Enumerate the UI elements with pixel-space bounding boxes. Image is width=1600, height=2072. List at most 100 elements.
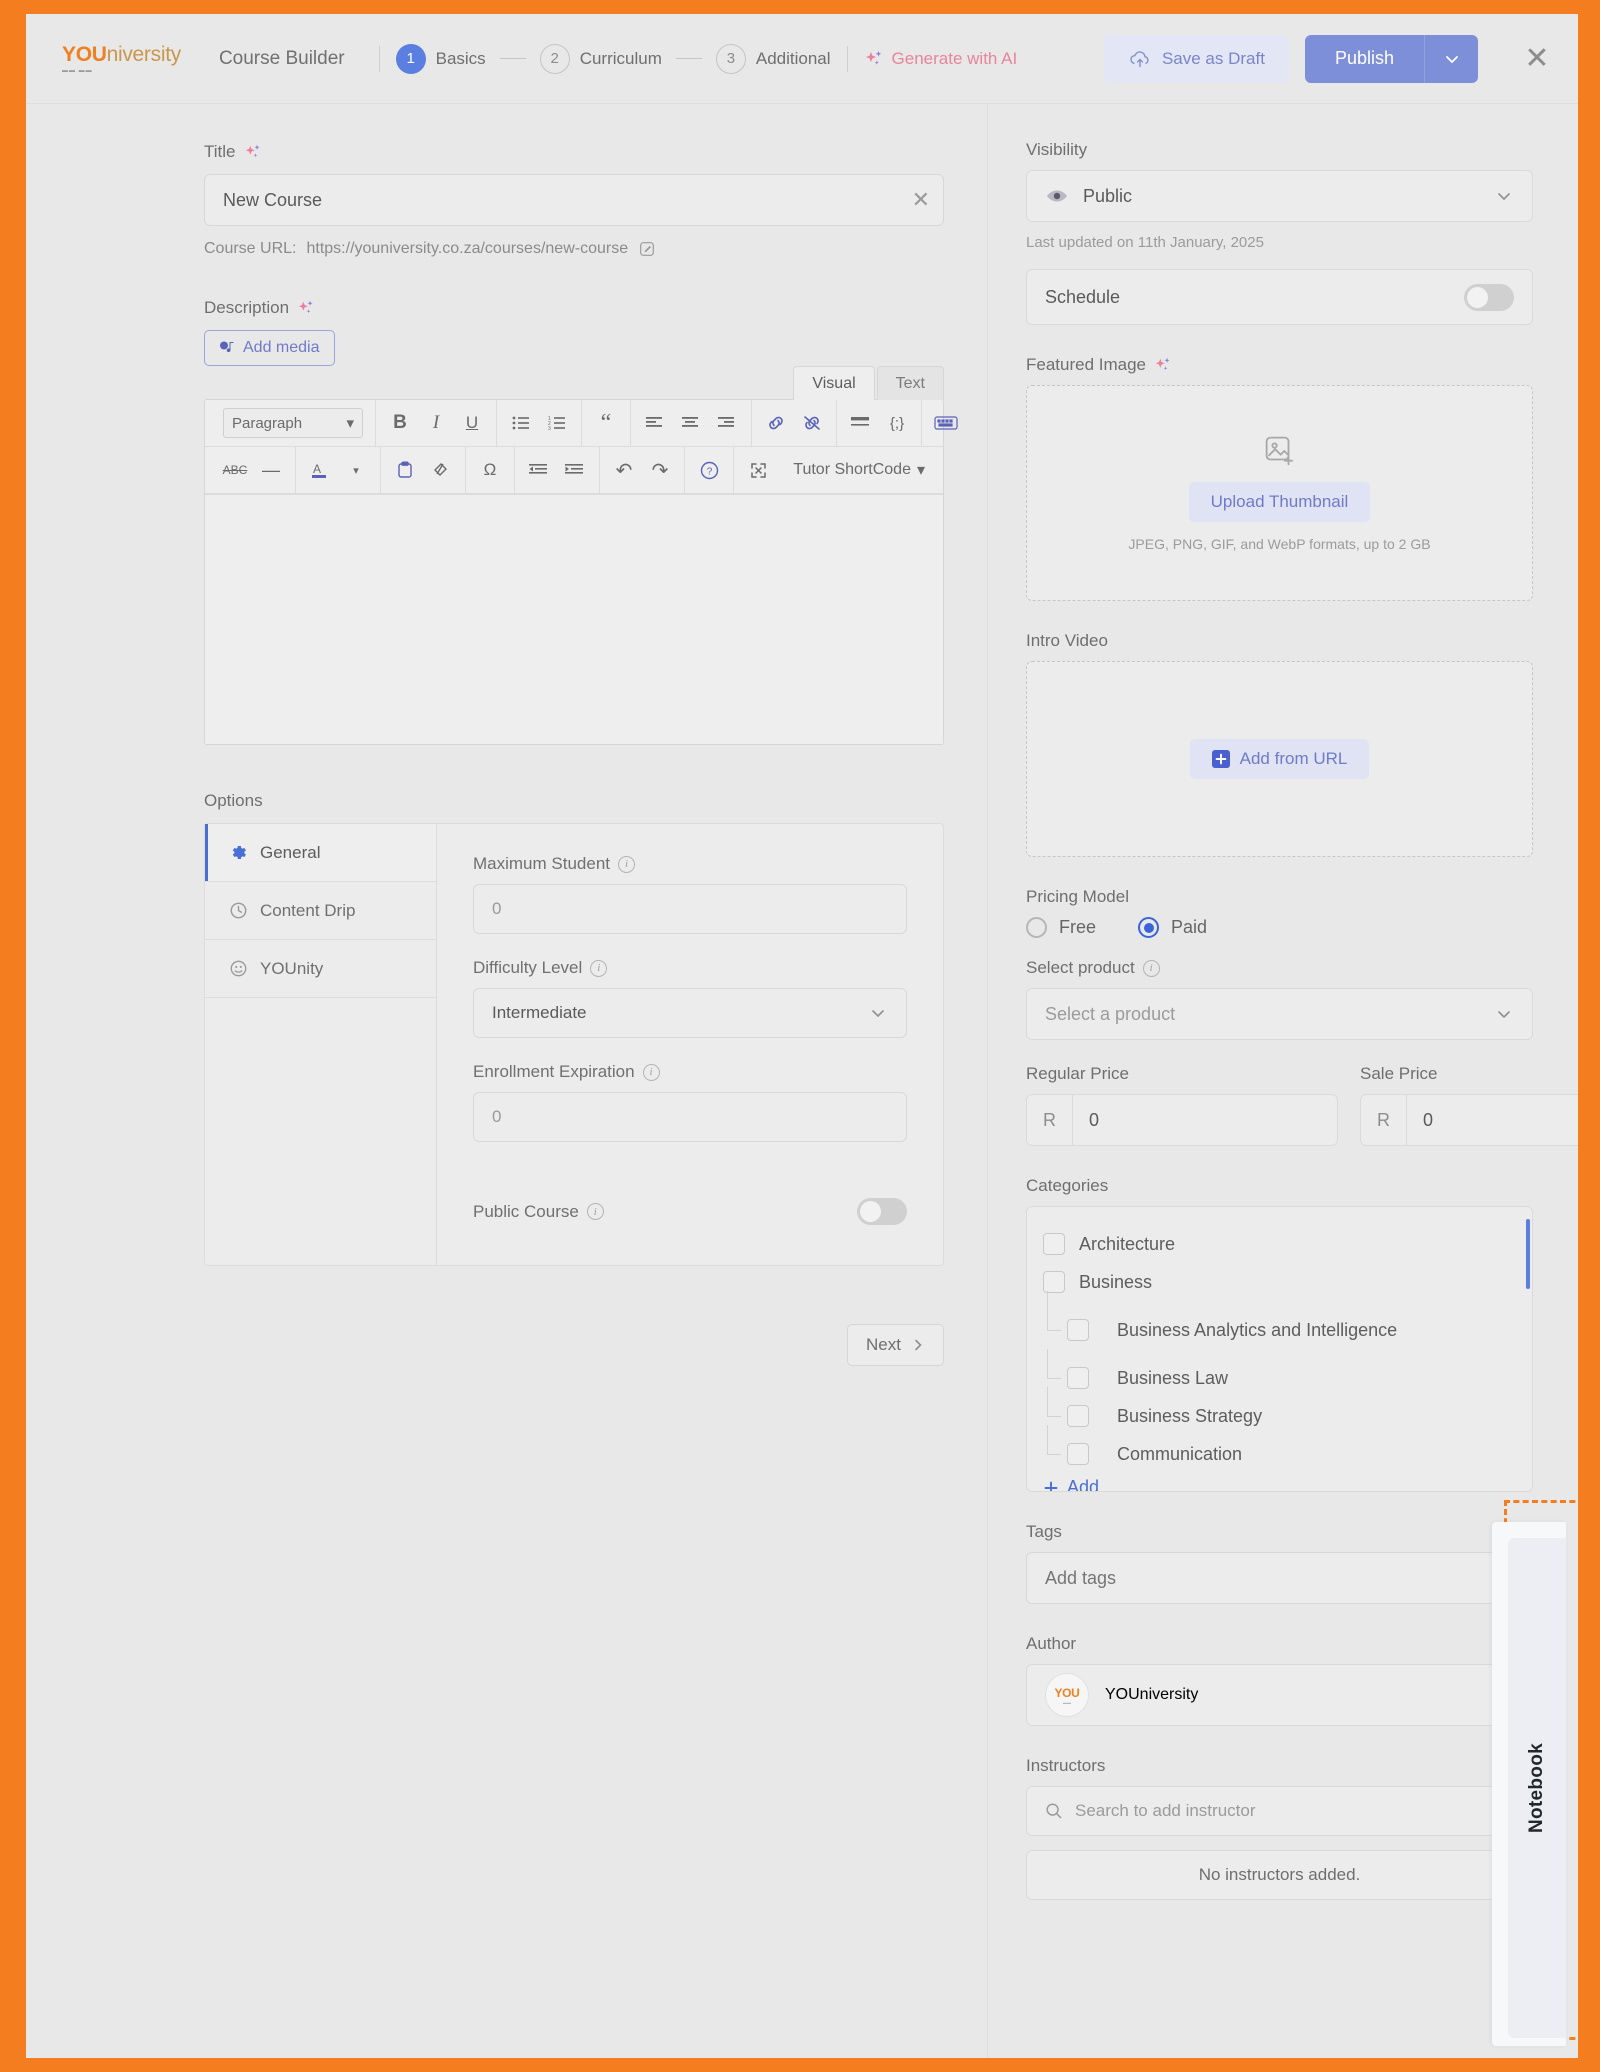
outdent-icon[interactable] [521,453,557,487]
visibility-select[interactable]: Public [1026,170,1533,222]
publish-button[interactable]: Publish [1304,34,1424,83]
read-more-icon[interactable] [843,406,879,440]
blockquote-icon[interactable]: “ [588,406,624,440]
public-course-row: Public Course i [473,1198,907,1225]
image-placeholder-icon [1263,434,1297,468]
close-button[interactable]: ✕ [1518,40,1556,78]
difficulty-level-select[interactable]: Intermediate [473,988,907,1038]
category-checkbox[interactable] [1043,1233,1065,1255]
underline-icon[interactable]: U [454,406,490,440]
enrollment-expiration-input[interactable] [473,1092,907,1142]
category-checkbox[interactable] [1043,1271,1065,1293]
add-from-url-button[interactable]: Add from URL [1189,739,1370,779]
step-curriculum[interactable]: 2 Curriculum [539,43,662,74]
chevron-down-icon [1494,186,1514,206]
numbered-list-icon[interactable]: 123 [539,406,575,440]
indent-icon[interactable] [557,453,593,487]
upload-thumbnail-button[interactable]: Upload Thumbnail [1188,482,1371,522]
notebook-tab[interactable]: Notebook [1508,1538,1566,2038]
clear-title-icon[interactable]: ✕ [912,189,930,211]
horizontal-rule-icon[interactable]: — [253,453,289,487]
maximum-student-input[interactable] [473,884,907,934]
info-icon[interactable]: i [618,855,635,873]
color-dropdown-icon[interactable]: ▾ [338,453,374,487]
list-item[interactable]: Business Analytics and Intelligence [1043,1291,1516,1359]
add-category-button[interactable]: Add [1043,1477,1516,1491]
list-item[interactable]: Business Law [1043,1349,1516,1397]
align-center-icon[interactable] [673,406,709,440]
keyboard-shortcuts-icon[interactable] [928,406,964,440]
sale-price-currency: R [1361,1095,1407,1145]
instructor-search-box[interactable]: Search to add instructor [1026,1786,1533,1836]
options-tab-content-drip[interactable]: Content Drip [205,882,436,940]
save-as-draft-button[interactable]: Save as Draft [1103,34,1289,83]
tutor-shortcode-dropdown[interactable]: Tutor ShortCode ▾ [793,460,937,480]
list-item[interactable]: Business Strategy [1043,1387,1516,1435]
featured-image-dropzone[interactable]: Upload Thumbnail JPEG, PNG, GIF, and Web… [1026,385,1533,601]
info-icon[interactable]: i [1142,959,1160,977]
regular-price-col: Regular Price R [1026,1046,1338,1146]
tab-text[interactable]: Text [876,366,944,400]
tags-input[interactable] [1026,1552,1533,1604]
header-divider [378,45,380,72]
edit-url-icon[interactable] [638,240,656,258]
options-tab-younity[interactable]: YOUnity [205,940,436,998]
categories-scrollbar[interactable] [1526,1219,1530,1289]
brand-logo[interactable]: YOUniversity ▬▬ ▬▬ [62,43,181,74]
step-basics[interactable]: 1 Basics [395,43,486,74]
course-title-input[interactable] [204,174,944,226]
list-item[interactable]: Architecture [1043,1225,1516,1263]
undo-icon[interactable]: ↶ [606,453,642,487]
clear-formatting-icon[interactable] [423,453,459,487]
category-checkbox[interactable] [1067,1367,1089,1389]
help-icon[interactable]: ? [691,453,727,487]
options-tab-general[interactable]: General [205,824,436,882]
list-item[interactable]: Communication [1043,1425,1516,1473]
remove-link-icon[interactable] [794,406,830,440]
bulleted-list-icon[interactable] [503,406,539,440]
bold-icon[interactable]: B [382,406,418,440]
text-color-icon[interactable]: A [302,453,338,487]
list-item[interactable]: Business [1043,1263,1516,1301]
info-icon[interactable]: i [642,1063,660,1081]
italic-icon[interactable]: I [418,406,454,440]
svg-text:?: ? [706,466,712,477]
sale-price-input[interactable] [1407,1095,1578,1145]
public-course-toggle[interactable] [857,1198,907,1225]
code-icon[interactable]: {;} [879,406,915,440]
category-checkbox[interactable] [1067,1443,1089,1465]
align-left-icon[interactable] [637,406,673,440]
pricing-radio-group: Free Paid [1026,917,1533,938]
info-icon[interactable]: i [586,1203,604,1220]
tab-visual[interactable]: Visual [793,366,875,400]
options-tab-general-label: General [260,842,321,862]
step-additional[interactable]: 3 Additional [715,43,831,74]
add-media-button[interactable]: Add media [204,330,335,366]
pricing-option-paid[interactable]: Paid [1138,917,1207,938]
regular-price-input[interactable] [1073,1095,1337,1145]
fullscreen-icon[interactable] [740,453,776,487]
author-select[interactable]: YOU ▬▬ YOUniversity [1026,1664,1533,1726]
publish-dropdown-button[interactable] [1424,34,1478,83]
strikethrough-icon[interactable]: ABC [217,453,253,487]
paragraph-format-select[interactable]: Paragraph ▾ [223,408,363,438]
schedule-toggle[interactable] [1464,283,1514,311]
help-group: ? [685,447,734,493]
next-button[interactable]: Next [847,1324,944,1366]
editor-content-area[interactable] [205,494,943,744]
intro-video-dropzone[interactable]: Add from URL [1026,661,1533,857]
info-icon[interactable]: i [590,959,608,977]
generate-with-ai-button[interactable]: Generate with AI [864,49,1017,69]
regular-price-currency: R [1027,1095,1073,1145]
align-right-icon[interactable] [709,406,745,440]
category-checkbox[interactable] [1067,1405,1089,1427]
category-checkbox[interactable] [1067,1319,1089,1341]
select-product-dropdown[interactable]: Select a product [1026,988,1533,1040]
redo-icon[interactable]: ↷ [642,453,678,487]
paste-as-text-icon[interactable] [387,453,423,487]
pricing-option-free[interactable]: Free [1026,917,1096,938]
title-input-wrapper: ✕ [204,174,944,226]
radio-free-icon [1026,917,1047,938]
special-character-icon[interactable]: Ω [472,453,508,487]
insert-link-icon[interactable] [758,406,794,440]
